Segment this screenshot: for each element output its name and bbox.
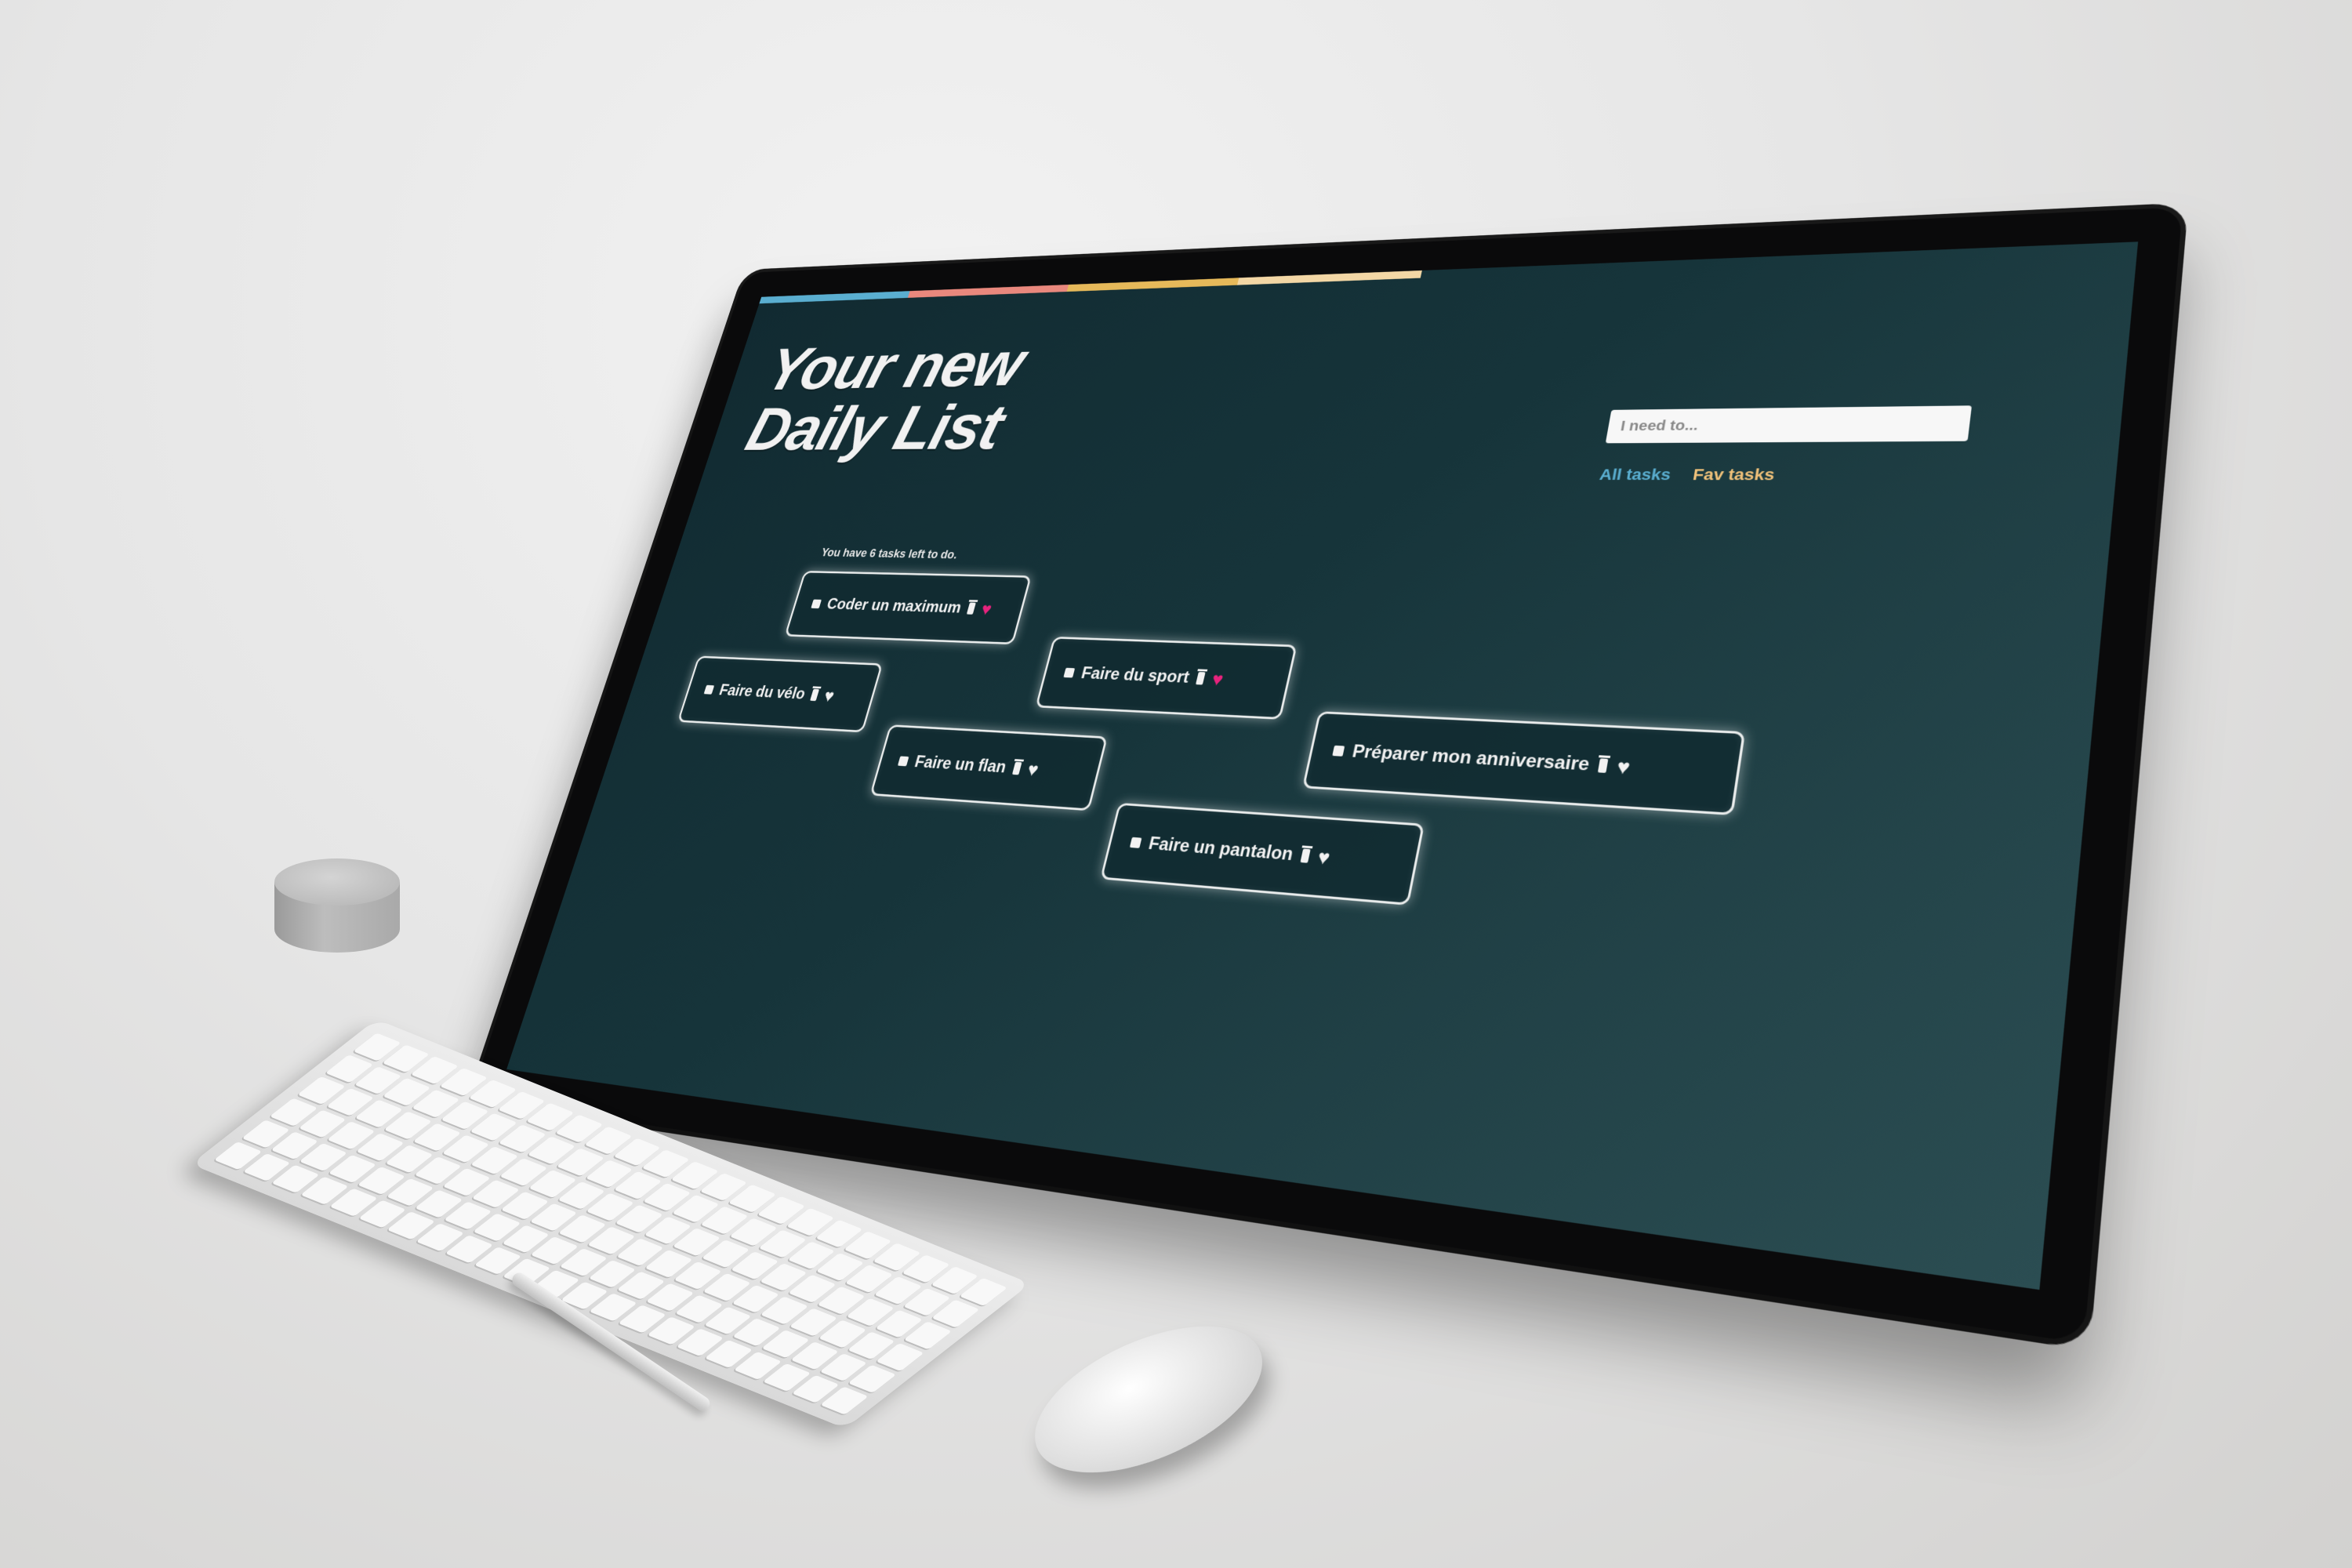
task-card[interactable]: Faire un pantalon ♥ [1100,802,1425,906]
checkbox-icon[interactable] [703,684,715,695]
heart-icon[interactable]: ♥ [1316,845,1332,869]
checkbox-icon[interactable] [1129,837,1142,848]
accent-bar-sand [1237,270,1422,285]
accent-bar [759,270,1422,304]
task-label: Faire un flan [913,752,1009,777]
task-label: Faire du vélo [717,681,808,703]
task-card[interactable]: Faire du vélo ♥ [677,655,884,733]
heart-icon[interactable]: ♥ [1615,755,1632,779]
app-screen: Your new Daily List All tasks Fav tasks … [506,241,2139,1290]
trash-icon[interactable] [1196,671,1206,685]
surface-dial-cap [274,858,400,906]
heart-icon[interactable]: ♥ [1210,668,1225,690]
trash-icon[interactable] [1011,761,1022,775]
task-label: Faire du sport [1079,663,1192,688]
surface-dial [274,858,400,953]
trash-icon[interactable] [810,688,820,702]
heart-icon[interactable]: ♥ [1025,759,1041,781]
trash-icon[interactable] [1598,758,1609,773]
all-tasks-link[interactable]: All tasks [1598,466,1672,485]
accent-bar-yellow [1066,278,1240,292]
checkbox-icon[interactable] [1332,745,1345,757]
checkbox-icon[interactable] [811,599,822,609]
page-title: Your new Daily List [739,328,1032,464]
task-label: Coder un maximum [824,595,964,617]
trash-icon[interactable] [1300,848,1311,863]
task-card[interactable]: Préparer mon anniversaire ♥ [1301,711,1746,816]
mouse [1013,1296,1284,1503]
heart-icon[interactable]: ♥ [822,686,837,706]
task-card[interactable]: Coder un maximum ♥ [784,571,1032,645]
tasks-remaining-text: You have 6 tasks left to do. [819,546,960,561]
task-input[interactable] [1605,405,1973,444]
task-filters: All tasks Fav tasks [1598,466,1777,485]
heart-icon[interactable]: ♥ [979,599,994,619]
page-title-line-1: Your new [758,328,1032,404]
checkbox-icon[interactable] [1063,667,1076,678]
task-label: Préparer mon anniversaire [1350,741,1592,775]
accent-bar-blue [759,291,910,304]
desk-scene: Your new Daily List All tasks Fav tasks … [0,0,2352,1568]
task-card[interactable]: Faire un flan ♥ [869,724,1109,811]
checkbox-icon[interactable] [897,756,909,767]
trash-icon[interactable] [966,602,976,615]
task-label: Faire un pantalon [1146,833,1295,866]
page-title-line-2: Daily List [739,391,1011,464]
accent-bar-salmon [907,285,1069,298]
task-card[interactable]: Faire du sport ♥ [1035,636,1298,720]
fav-tasks-link[interactable]: Fav tasks [1691,466,1777,485]
